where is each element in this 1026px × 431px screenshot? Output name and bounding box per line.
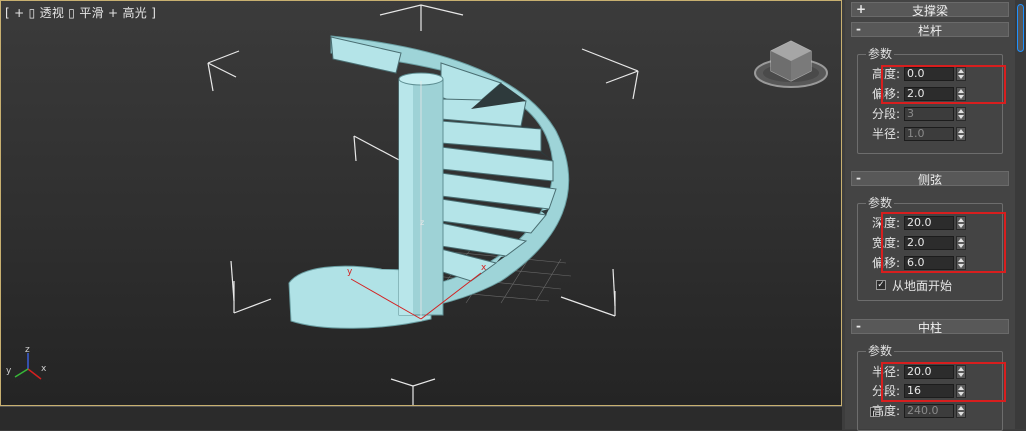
perspective-viewport[interactable]: z y x z x y [ + ▯ 透视 ▯ 平滑 + 高光] <box>0 0 842 406</box>
rollout-stringer[interactable]: - 侧弦 <box>851 171 1009 187</box>
rollout-center-pole[interactable]: - 中柱 <box>851 319 1009 335</box>
spiral-staircase-model[interactable]: z y x <box>288 35 570 329</box>
axis-z-label: z <box>25 345 30 355</box>
svg-text:x: x <box>481 263 487 273</box>
scene-canvas[interactable]: z y x z x y <box>1 1 842 406</box>
highlight-box <box>881 65 1006 104</box>
spinner[interactable] <box>956 127 966 141</box>
rollout-title: 栏杆 <box>917 24 942 38</box>
highlight-box <box>881 362 1006 402</box>
param-label: 半径: <box>871 127 900 141</box>
rollout-title: 支撑梁 <box>911 4 948 18</box>
start-from-ground-label: 从地面开始 <box>892 279 953 293</box>
svg-text:z: z <box>420 218 424 227</box>
panel-scrollbar[interactable] <box>1015 0 1026 429</box>
pole-height-input[interactable]: 240.0 <box>904 404 954 418</box>
railing-segments-input[interactable]: 3 <box>904 107 954 121</box>
group-label: 参数 <box>866 194 895 211</box>
center-pole: z <box>398 72 444 321</box>
rollout-railing[interactable]: - 栏杆 <box>851 22 1009 38</box>
viewport-bottom-strip <box>0 406 842 430</box>
world-axis-tripod: z x y <box>6 345 47 380</box>
rollout-title: 侧弦 <box>917 173 942 187</box>
highlight-box <box>881 212 1006 273</box>
group-label: 参数 <box>866 45 895 62</box>
command-panel: + 支撑梁 - 栏杆 参数 高度: 0.0 偏移: 2.0 分段: 3 半径: … <box>845 0 1015 431</box>
axis-y-label: y <box>6 366 12 376</box>
spinner[interactable] <box>956 107 966 121</box>
param-label: 分段: <box>871 107 900 121</box>
spinner[interactable] <box>956 404 966 418</box>
viewport-label-menu[interactable]: [ + ▯ 透视 ▯ 平滑 + 高光 ] <box>5 4 156 21</box>
rollout-support-beam[interactable]: + 支撑梁 <box>851 2 1009 18</box>
viewcube[interactable] <box>754 40 828 88</box>
param-label: 高度: <box>871 404 900 418</box>
group-label: 参数 <box>866 342 895 359</box>
railing-radius-input[interactable]: 1.0 <box>904 127 954 141</box>
start-from-ground-checkbox[interactable]: ✓ <box>876 280 886 290</box>
axis-x-label: x <box>41 364 47 374</box>
scroll-thumb[interactable] <box>1017 4 1024 52</box>
rollout-title: 中柱 <box>917 321 942 335</box>
svg-text:y: y <box>347 267 353 277</box>
